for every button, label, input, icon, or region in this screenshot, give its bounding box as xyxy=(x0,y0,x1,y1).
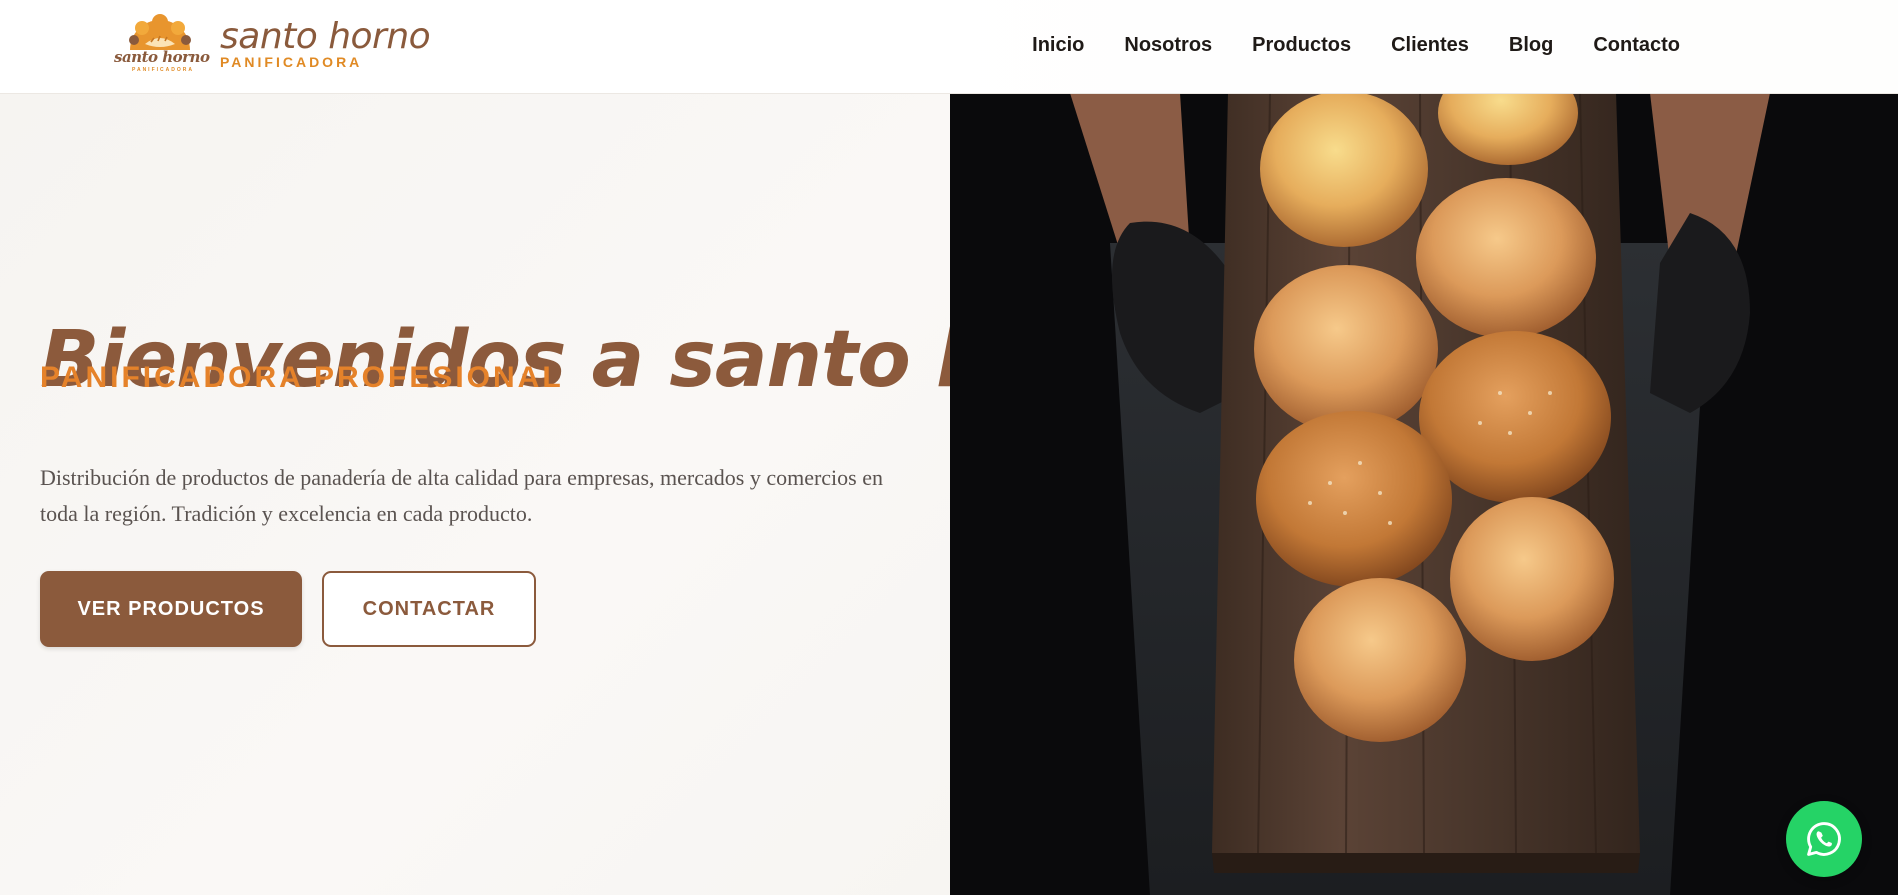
whatsapp-icon xyxy=(1807,822,1841,856)
logo-mark-subtext: PANIFICADORA xyxy=(132,67,194,73)
view-products-button[interactable]: VER PRODUCTOS xyxy=(40,571,302,647)
whatsapp-button[interactable] xyxy=(1786,801,1862,877)
site-header: santo horno PANIFICADORA santo horno PAN… xyxy=(0,0,1898,94)
hero-description: Distribución de productos de panadería d… xyxy=(40,465,883,526)
nav-item-blog[interactable]: Blog xyxy=(1509,30,1553,60)
hero-image xyxy=(950,93,1898,895)
brand-name: santo horno xyxy=(220,16,431,57)
nav-item-productos[interactable]: Productos xyxy=(1252,30,1351,60)
nav-item-contacto[interactable]: Contacto xyxy=(1593,30,1680,60)
nav-item-inicio[interactable]: Inicio xyxy=(1032,30,1084,60)
main-nav: Inicio Nosotros Productos Clientes Blog … xyxy=(992,30,1680,60)
logo-mark-text: santo horno xyxy=(114,48,210,66)
hero-content: Bienvenidos a santo horno PANIFICADORA P… xyxy=(0,93,1189,895)
nav-item-nosotros[interactable]: Nosotros xyxy=(1124,30,1212,60)
hero-subtitle: PANIFICADORA PROFESIONAL xyxy=(40,361,564,394)
nav-item-clientes[interactable]: Clientes xyxy=(1391,30,1469,60)
brand-logo[interactable]: santo horno PANIFICADORA santo horno PAN… xyxy=(112,14,432,74)
contact-button[interactable]: CONTACTAR xyxy=(322,571,536,647)
bread-basket-logo-icon: santo horno PANIFICADORA xyxy=(112,14,210,74)
brand-tagline: PANIFICADORA xyxy=(220,54,363,70)
bread-board-photo xyxy=(950,93,1898,895)
